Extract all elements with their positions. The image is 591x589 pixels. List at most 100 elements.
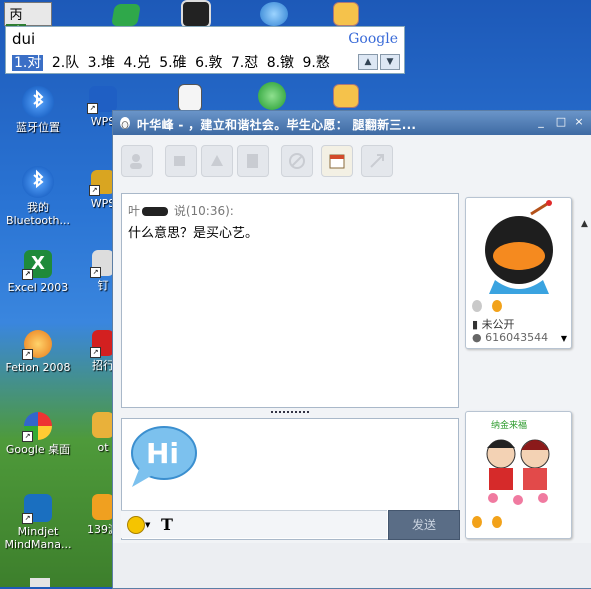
sender-name: 叶 [128, 204, 141, 218]
desktop-icon-label: 我的 Bluetooth... [6, 201, 70, 227]
medal-icon [472, 300, 482, 312]
smiley-icon[interactable] [127, 516, 145, 534]
document-icon [178, 84, 202, 112]
ime-candidate-list: 1.对 2.队 3.堆 4.兑 5.碓 6.敦 7.怼 8.镦 9.憝 [12, 52, 334, 72]
file-transfer-button[interactable] [237, 145, 269, 177]
down-arrow-icon[interactable]: ▼ [380, 54, 400, 70]
add-contact-icon [130, 154, 142, 169]
pane-splitter[interactable] [271, 411, 309, 416]
medal-icons [472, 300, 502, 315]
medal-icon [472, 516, 482, 528]
desktop-icon-bluetooth-places[interactable]: 蓝牙位置 [0, 86, 76, 134]
hi-bubble-icon: Hi [131, 426, 197, 487]
app-icon [92, 494, 114, 520]
app-icon [92, 412, 114, 438]
phone-icon: ▮ [472, 318, 479, 331]
ime-pager: ▲ ▼ [356, 53, 400, 70]
block-button[interactable] [281, 145, 313, 177]
ime-candidate[interactable]: 8.镦 [267, 55, 294, 71]
send-button[interactable]: 发送 [388, 510, 460, 540]
mindjet-icon: ↗ [22, 494, 52, 524]
excel-icon: X ↗ [22, 250, 52, 280]
fetion-icon: ↗ [22, 330, 52, 360]
ime-candidate[interactable]: 7.怼 [231, 55, 258, 71]
ime-toolbar[interactable]: 丙 ↲ [4, 2, 52, 42]
contact-avatar[interactable] [473, 200, 563, 300]
dropdown-arrow-icon[interactable]: ▼ [145, 521, 150, 529]
desktop-icon-label: Fetion 2008 [5, 361, 71, 374]
ime-candidate[interactable]: 9.憝 [303, 55, 330, 71]
ime-candidate[interactable]: 1.对 [12, 55, 44, 71]
medal-icon [491, 516, 502, 528]
voice-button[interactable] [201, 145, 233, 177]
contact-status: ▮ 未公开 [472, 318, 515, 331]
ime-candidate[interactable]: 5.碓 [159, 55, 186, 71]
calendar-button[interactable] [321, 145, 353, 177]
my-avatar[interactable]: 纳金来福 [473, 414, 563, 510]
desktop-icon-recycle[interactable] [232, 82, 312, 113]
desktop-icon-excel[interactable]: X ↗ Excel 2003 [0, 250, 76, 294]
share-button[interactable] [361, 145, 393, 177]
file-transfer-icon [247, 154, 258, 168]
qq-penguin-icon [120, 117, 130, 129]
desktop-icon-mso-2[interactable] [308, 84, 384, 111]
desktop-icon-google-desktop[interactable]: ↗ Google 桌面 [0, 412, 76, 456]
redacted-name [142, 207, 169, 216]
svg-text:纳金来福: 纳金来福 [491, 419, 527, 431]
svg-text:Hi: Hi [146, 437, 179, 470]
ime-engine-logo: Google [348, 31, 398, 47]
ime-candidate-window: 丙 ↲ dui Google 1.对 2.队 3.堆 4.兑 5.碓 6.敦 7… [2, 0, 405, 74]
up-arrow-icon[interactable]: ▲ [358, 54, 378, 70]
ime-candidate[interactable]: 6.敦 [195, 55, 222, 71]
message-timestamp: 说(10:36): [173, 204, 234, 218]
google-desktop-icon: ↗ [22, 412, 52, 442]
app-icon: ↗ [90, 250, 114, 278]
contact-number: ● 616043544 [472, 331, 549, 344]
chevron-down-icon[interactable]: ▼ [561, 334, 567, 343]
video-button[interactable] [165, 145, 197, 177]
wps-writer-icon: ↗ [87, 86, 117, 114]
recycle-icon [258, 82, 286, 110]
ime-box: dui Google 1.对 2.队 3.堆 4.兑 5.碓 6.敦 7.怼 8… [5, 26, 405, 74]
block-icon [289, 153, 305, 169]
window-footer [113, 543, 591, 588]
desktop-icon-fetion[interactable]: ↗ Fetion 2008 [0, 330, 76, 374]
add-contact-button[interactable] [121, 145, 153, 177]
medal-icons [472, 516, 502, 531]
taskbar-sliver [30, 578, 50, 587]
share-icon [370, 154, 384, 168]
message-text: 什么意思？是买心艺。 [128, 226, 259, 241]
ime-mode-toggle[interactable]: 丙 [6, 4, 26, 23]
ime-candidate[interactable]: 4.兑 [123, 55, 150, 71]
bluetooth-icon [22, 86, 54, 118]
desktop-icon-label: Google 桌面 [5, 443, 71, 456]
bank-icon: ↗ [90, 330, 114, 358]
message-header: 叶 说(10:36): [128, 202, 234, 219]
message-history[interactable]: 叶 说(10:36): 什么意思？是买心艺。 [121, 193, 459, 408]
medal-icon [491, 300, 502, 312]
bluetooth-icon [22, 166, 54, 198]
chevron-up-icon[interactable]: ▲ [581, 219, 588, 229]
voice-icon [211, 155, 223, 166]
minimize-button[interactable]: _ [533, 115, 549, 129]
maximize-button[interactable]: □ [553, 115, 569, 129]
qq-icon: ● [472, 331, 482, 344]
desktop-icon-label: 蓝牙位置 [16, 121, 60, 134]
desktop-icon-label: Excel 2003 [7, 281, 69, 294]
ime-candidate[interactable]: 3.堆 [88, 55, 115, 71]
close-button[interactable]: × [571, 115, 587, 129]
contact-card: ▮ 未公开 ● 616043544 ▼ [465, 197, 572, 349]
ime-candidate[interactable]: 2.队 [52, 55, 79, 71]
my-card: 纳金来福 [465, 411, 572, 539]
video-icon [174, 156, 185, 166]
chat-title: 叶华峰 - ，建立和谐社会。毕生心愿： 腿翻新三... [137, 118, 417, 132]
desktop-icon-mindjet[interactable]: ↗ Mindjet MindMana... [0, 494, 76, 551]
ime-input-text: dui [12, 30, 36, 48]
font-button[interactable]: T [161, 515, 173, 534]
desktop-icon-my-bluetooth[interactable]: 我的 Bluetooth... [0, 166, 76, 227]
chat-titlebar[interactable]: 叶华峰 - ，建立和谐社会。毕生心愿： 腿翻新三... _ □ × [113, 111, 591, 135]
calendar-icon [329, 154, 345, 169]
mso-icon [333, 84, 359, 108]
desktop-icon-label: Mindjet MindMana... [4, 525, 72, 551]
input-toolbar: ▼ T [121, 510, 387, 538]
